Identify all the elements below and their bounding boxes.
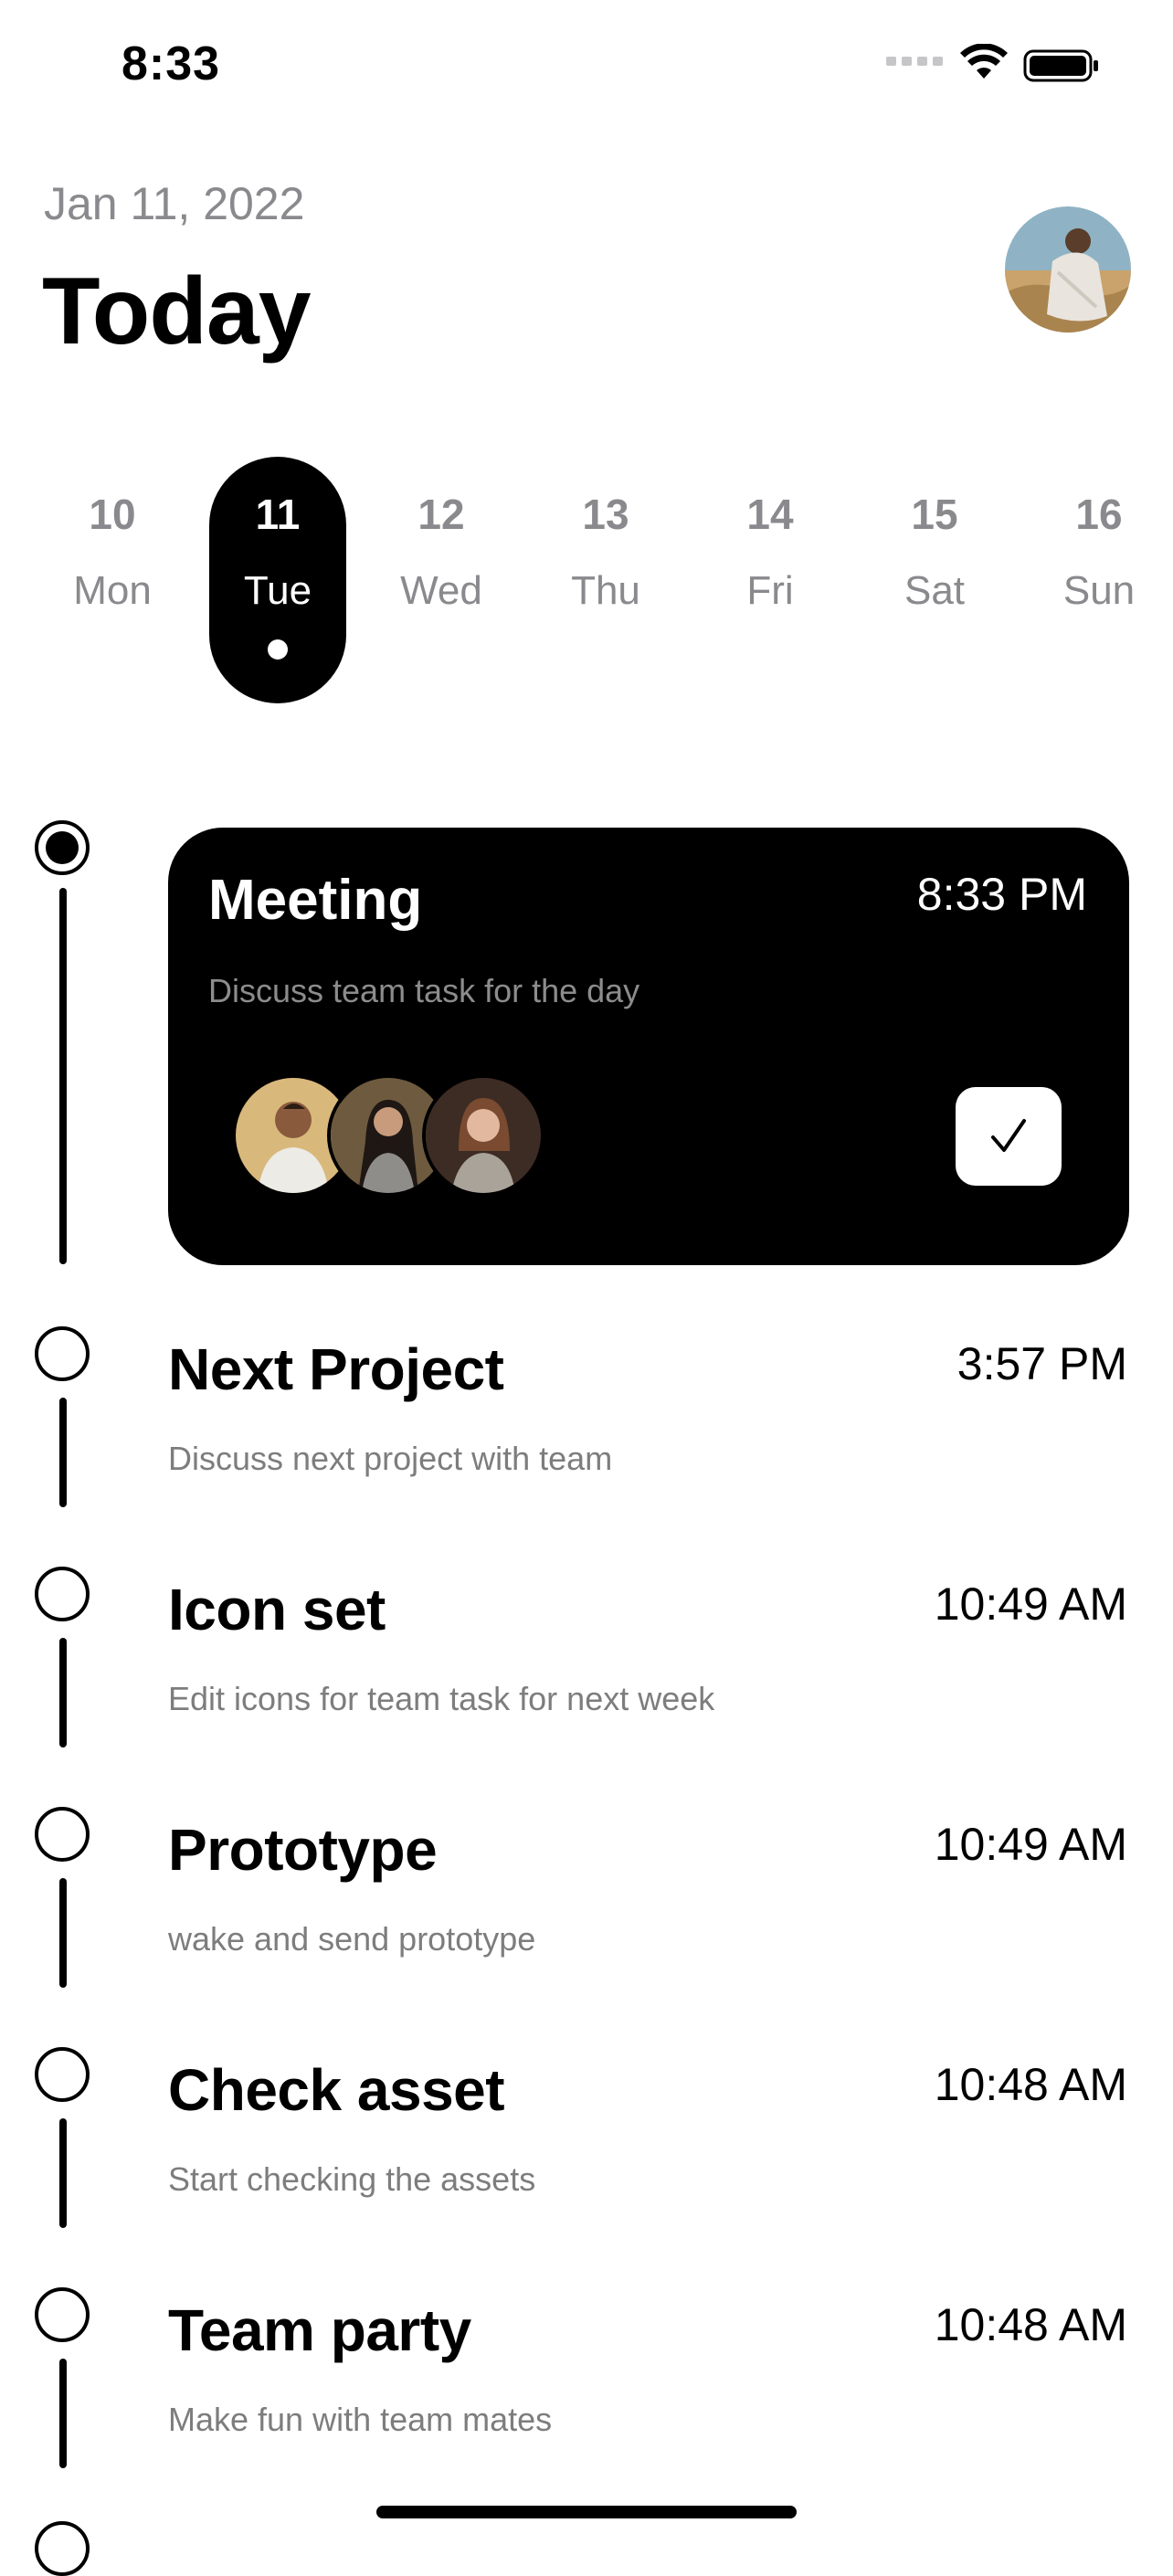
day-name: Tue [243,568,312,613]
timeline-node[interactable] [35,1567,90,1621]
timeline-node[interactable] [35,1326,90,1381]
status-time: 8:33 [122,37,221,90]
day-number: 11 [255,491,301,538]
day-thu-13[interactable]: 13 Thu [537,457,674,703]
day-number: 14 [746,491,794,538]
day-name: Sun [1062,568,1136,613]
timeline-line [59,1398,67,1507]
checkmark-icon [991,1119,1026,1152]
day-number: 13 [582,491,629,538]
featured-task-title: Meeting [208,869,423,932]
task-title[interactable]: Icon set [168,1576,386,1643]
task-title[interactable]: Prototype [168,1816,438,1884]
day-fri-14[interactable]: 14 Fri [702,457,839,703]
timeline-line [59,888,67,1264]
timeline-node[interactable] [35,1807,90,1862]
wifi-icon [960,44,1008,79]
day-name: Thu [571,568,640,613]
timeline-line [59,1638,67,1747]
featured-task-description: Discuss team task for the day [208,972,640,1009]
timeline-line [59,1878,67,1988]
timeline-line [59,2359,67,2468]
task-description: Edit icons for team task for next week [168,1680,715,1717]
task-time: 3:57 PM [956,1338,1127,1389]
cellular-signal-icon [886,57,943,66]
member-avatar [422,1074,544,1197]
timeline-node[interactable] [35,2287,90,2342]
task-description: Start checking the assets [168,2160,536,2198]
home-indicator[interactable] [376,2506,797,2518]
task-description: wake and send prototype [168,1920,536,1958]
day-wed-12[interactable]: 12 Wed [373,457,510,703]
day-name: Wed [400,568,482,613]
task-time: 10:49 AM [934,1578,1127,1630]
avatar-photo [1005,206,1131,333]
day-number: 15 [911,491,958,538]
day-name: Sat [904,568,966,613]
task-time: 10:49 AM [934,1819,1127,1870]
task-time: 10:48 AM [934,2059,1127,2110]
battery-icon [1023,49,1098,82]
timeline-line [59,2118,67,2228]
task-title[interactable]: Next Project [168,1336,504,1403]
day-sat-15[interactable]: 15 Sat [866,457,1003,703]
selected-day-indicator [268,639,288,660]
profile-avatar[interactable] [1005,206,1131,333]
day-name: Fri [746,568,794,613]
timeline-node-active [35,820,90,875]
day-tue-11-selected[interactable]: 11 Tue [209,457,346,703]
task-time: 10:48 AM [934,2299,1127,2350]
timeline-node[interactable] [35,2047,90,2102]
day-number: 12 [417,491,465,538]
day-number: 16 [1075,491,1123,538]
day-mon-10[interactable]: 10 Mon [44,457,181,703]
day-sun-16[interactable]: 16 Sun [1030,457,1168,703]
task-description: Discuss next project with team [168,1440,613,1477]
task-description: Make fun with team mates [168,2401,553,2438]
task-title[interactable]: Team party [168,2296,471,2364]
task-title[interactable]: Check asset [168,2056,505,2124]
featured-task-time: 8:33 PM [916,869,1087,920]
day-name: Mon [73,568,152,613]
current-date: Jan 11, 2022 [44,178,305,229]
day-number: 10 [89,491,136,538]
page-title: Today [42,259,312,364]
timeline-node[interactable] [35,2521,90,2576]
complete-task-button[interactable] [956,1087,1062,1186]
